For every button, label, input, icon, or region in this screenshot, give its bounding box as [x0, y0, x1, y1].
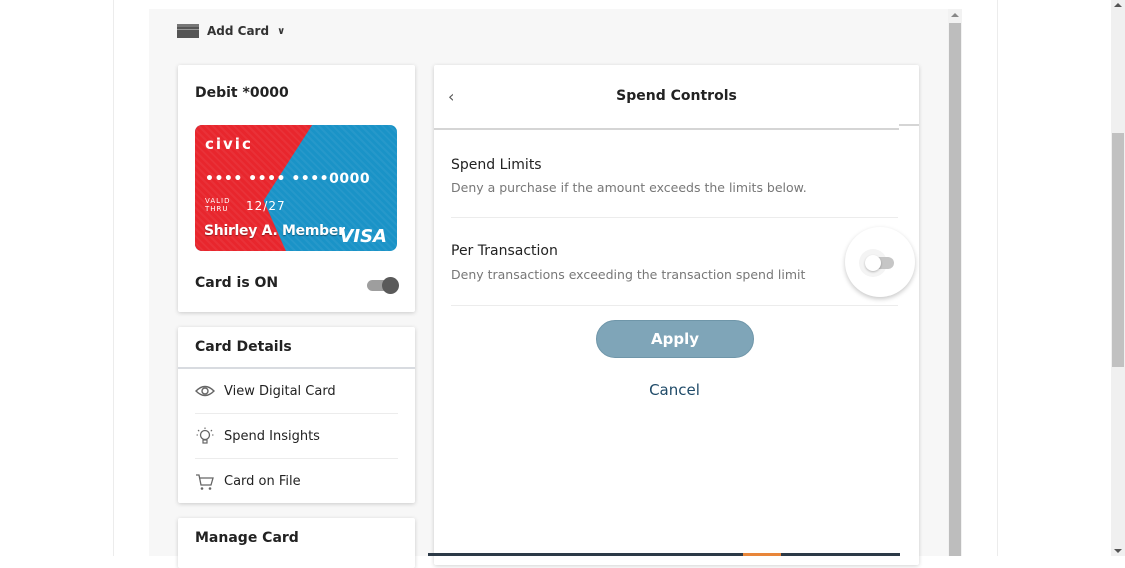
card-summary-panel: Debit *0000 civic •••• •••• ••••0000 VAL…: [178, 65, 415, 312]
card-number: •••• •••• ••••0000: [205, 171, 371, 187]
card-brand-logo: civic: [205, 135, 253, 153]
menu-item-label: Card on File: [224, 474, 301, 489]
manage-card-heading: Manage Card: [195, 530, 299, 546]
apply-button[interactable]: Apply: [596, 320, 754, 358]
credit-card-icon: [177, 24, 199, 38]
manage-card-panel: Manage Card: [178, 518, 415, 568]
header-divider: [899, 124, 919, 126]
scroll-up-arrow-icon[interactable]: [1114, 3, 1122, 7]
card-expiry: 12/27: [246, 199, 286, 213]
menu-item-card-on-file[interactable]: Card on File: [195, 459, 398, 504]
chevron-left-icon: ‹: [448, 87, 455, 106]
spend-controls-title: Spend Controls: [616, 88, 737, 104]
card-details-header: Card Details: [178, 327, 415, 369]
section-title: Spend Limits: [451, 157, 542, 173]
page-scrollbar[interactable]: [1111, 0, 1125, 556]
card-on-toggle[interactable]: [367, 277, 399, 294]
content-scrollbar-thumb[interactable]: [949, 23, 961, 556]
section-description: Deny transactions exceeding the transact…: [451, 267, 806, 282]
section-description: Deny a purchase if the amount exceeds th…: [451, 180, 807, 195]
frame-border-left: [113, 0, 114, 556]
card-title: Debit *0000: [195, 85, 289, 101]
scroll-up-arrow-icon[interactable]: [951, 13, 959, 17]
spend-limits-section: Spend Limits Deny a purchase if the amou…: [451, 143, 898, 218]
back-button[interactable]: ‹: [448, 87, 454, 106]
add-card-label: Add Card: [207, 24, 270, 38]
card-status-label: Card is ON: [195, 275, 279, 291]
eye-icon: [195, 385, 215, 397]
card-holder-name: Shirley A. Member: [204, 223, 345, 239]
card-details-panel: Card Details View Digital Card Spend Ins…: [178, 327, 415, 503]
menu-item-spend-insights[interactable]: Spend Insights: [195, 414, 398, 459]
toggle-knob: [382, 277, 399, 294]
menu-item-label: View Digital Card: [224, 383, 336, 399]
toggle-knob: [865, 255, 881, 271]
scroll-down-arrow-icon[interactable]: [1114, 549, 1122, 553]
menu-item-label: Spend Insights: [224, 428, 320, 444]
page: Add Card ∨ Debit *0000 civic •••• •••• •…: [0, 0, 1125, 568]
card-details-heading: Card Details: [195, 339, 292, 355]
section-title: Per Transaction: [451, 243, 558, 259]
visa-logo: VISA: [339, 226, 387, 247]
debit-card-image: civic •••• •••• ••••0000 VALID THRU 12/2…: [195, 125, 397, 251]
cancel-button[interactable]: Cancel: [434, 381, 915, 399]
page-scrollbar-thumb[interactable]: [1112, 133, 1124, 367]
menu-item-view-digital-card[interactable]: View Digital Card: [195, 369, 398, 414]
cart-icon: [196, 473, 214, 490]
frame-border-right: [997, 0, 998, 556]
lightbulb-icon: [196, 427, 214, 444]
add-card-dropdown[interactable]: Add Card ∨: [177, 24, 285, 38]
content-scrollbar[interactable]: [948, 9, 962, 556]
valid-thru-label: VALID THRU: [205, 197, 231, 213]
per-transaction-section: Per Transaction Deny transactions exceed…: [451, 218, 898, 306]
spend-controls-panel: Spend Controls ‹ Spend Limits Deny a pur…: [434, 65, 919, 565]
per-transaction-toggle[interactable]: [845, 227, 915, 297]
chevron-down-icon: ∨: [277, 25, 286, 37]
